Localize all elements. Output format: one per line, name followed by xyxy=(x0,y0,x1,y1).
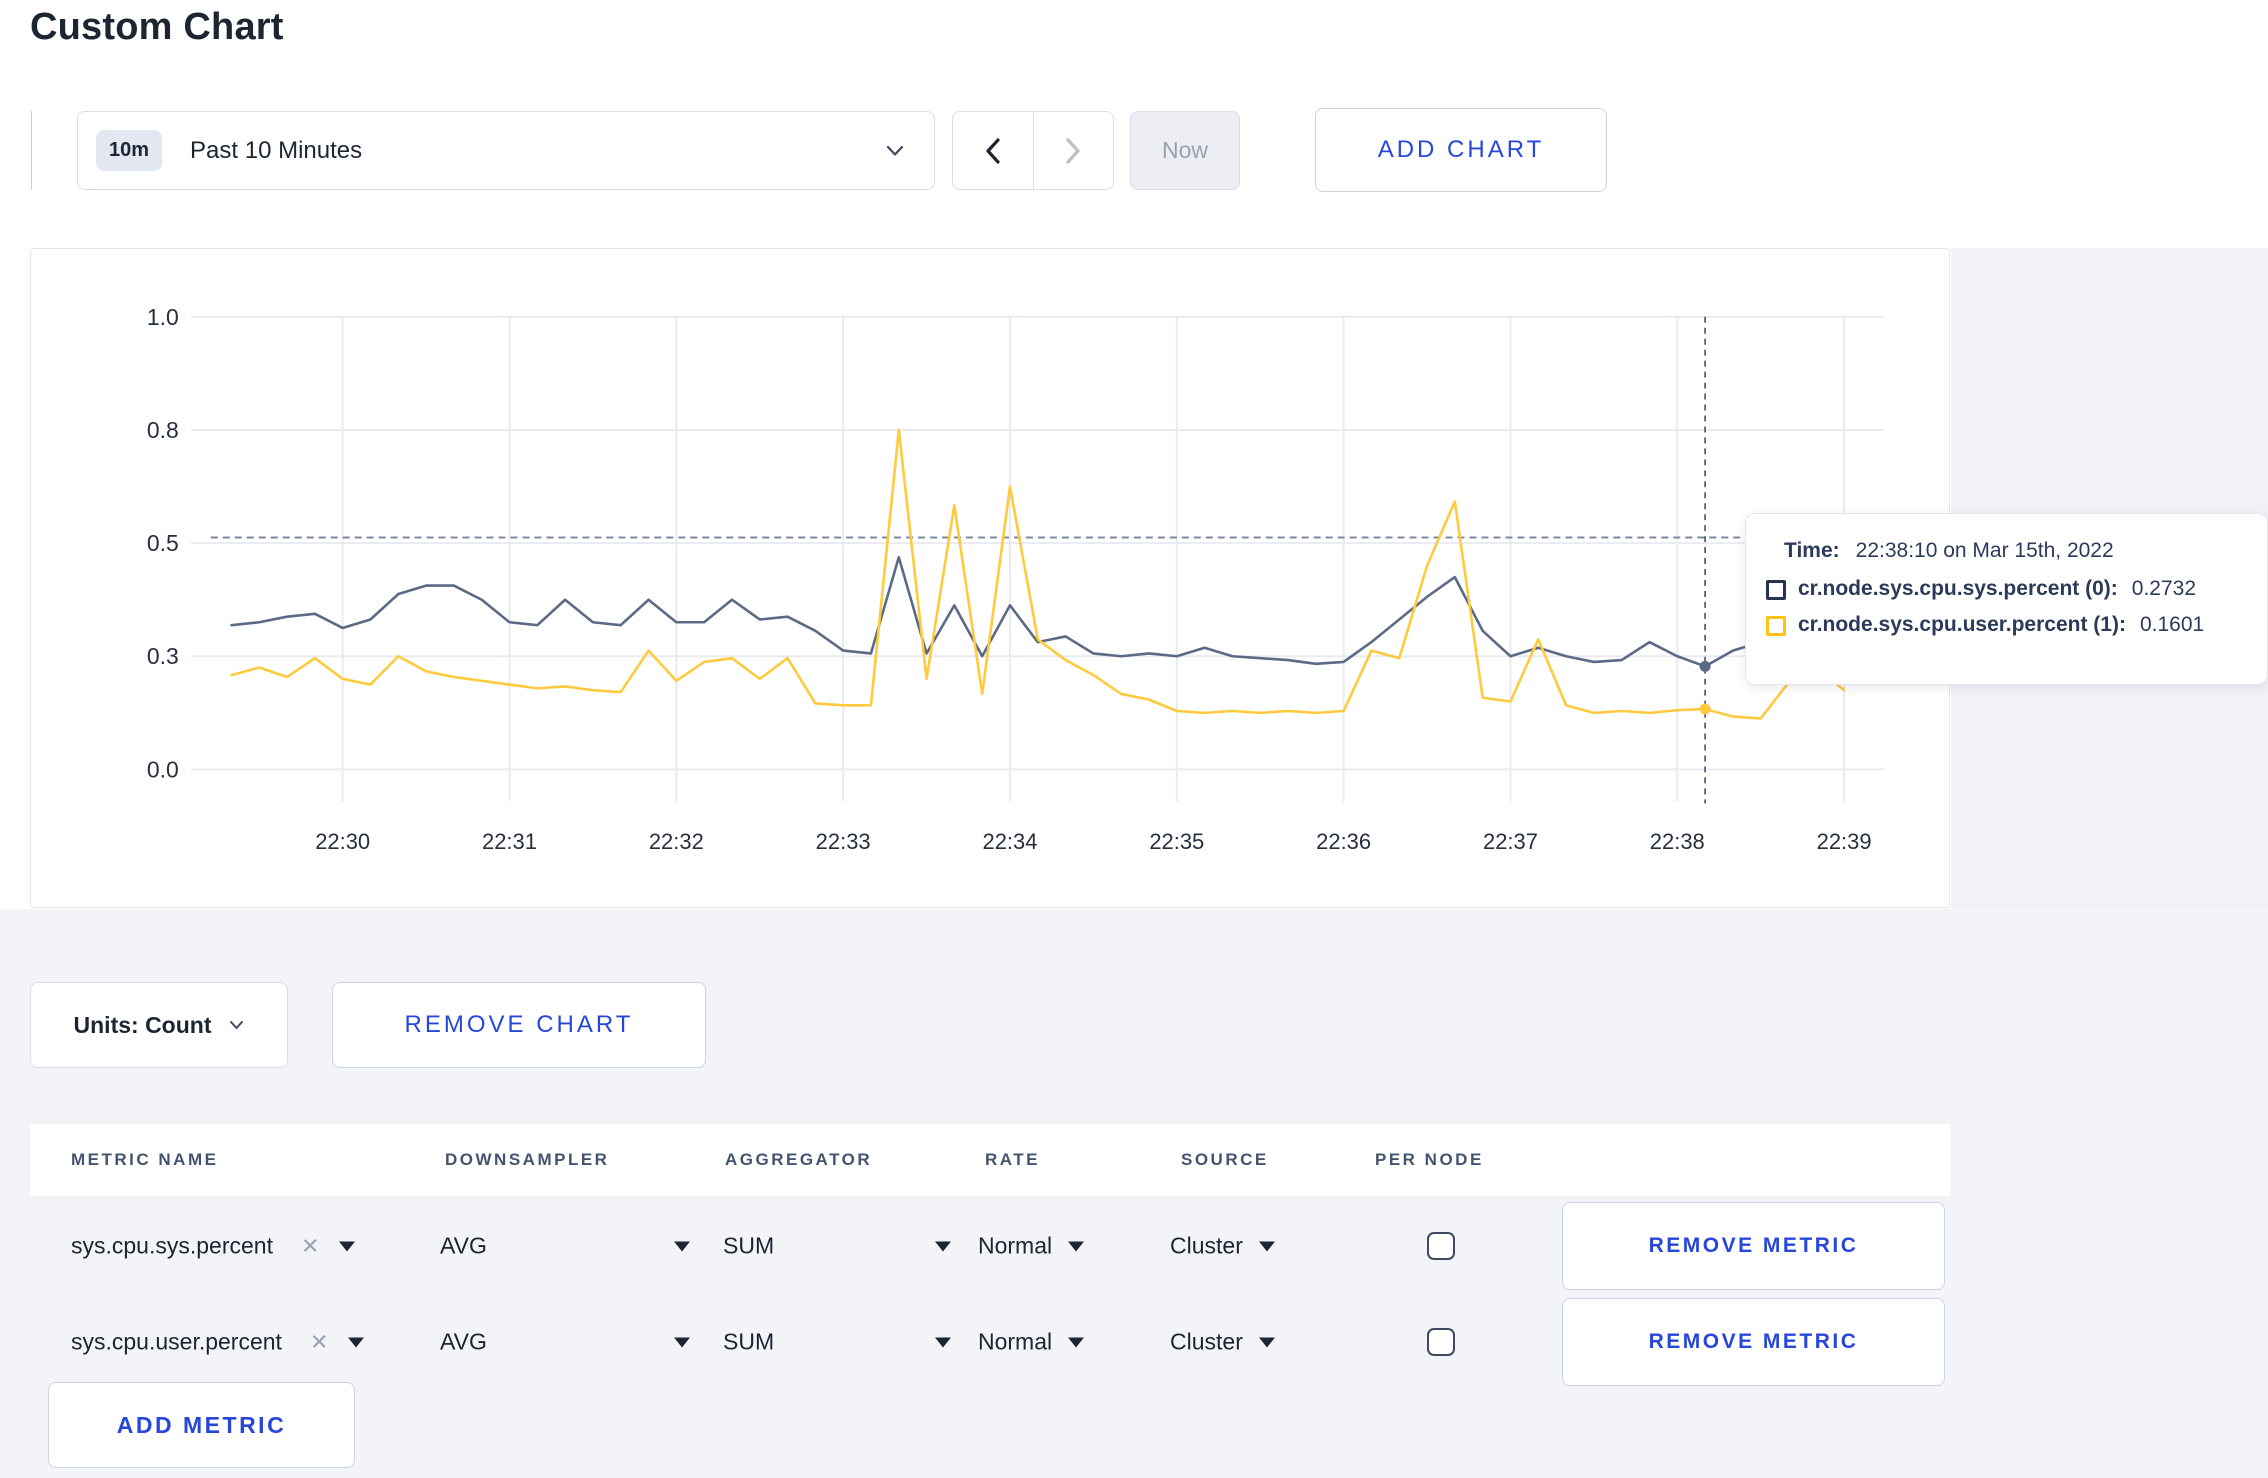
toolbar-divider xyxy=(31,111,32,190)
metric-name-select[interactable]: sys.cpu.user.percent ✕ xyxy=(71,1328,365,1356)
remove-metric-button[interactable]: REMOVE METRIC xyxy=(1562,1298,1945,1386)
caret-down-icon xyxy=(1258,1241,1275,1251)
tooltip-series-row: cr.node.sys.cpu.user.percent (1): 0.1601 xyxy=(1766,613,2249,637)
remove-chart-button[interactable]: REMOVE CHART xyxy=(332,982,706,1068)
chart-tooltip: Time: 22:38:10 on Mar 15th, 2022 cr.node.… xyxy=(1745,513,2268,685)
per-node-checkbox[interactable] xyxy=(1427,1232,1455,1260)
chevron-right-icon xyxy=(1066,137,1080,164)
svg-text:22:30: 22:30 xyxy=(315,829,370,854)
now-button[interactable]: Now xyxy=(1130,111,1240,190)
clear-metric-x-icon[interactable]: ✕ xyxy=(301,1235,319,1257)
metric-table-row: sys.cpu.user.percent ✕ AVG SUM Normal Cl… xyxy=(30,1294,1950,1390)
svg-text:0.0: 0.0 xyxy=(147,756,179,782)
column-header-aggregator: AGGREGATOR xyxy=(725,1150,873,1169)
caret-down-icon xyxy=(1258,1337,1275,1347)
page-title: Custom Chart xyxy=(30,6,284,48)
time-window-badge: 10m xyxy=(96,130,163,171)
add-metric-button[interactable]: ADD METRIC xyxy=(48,1382,355,1468)
source-value: Cluster xyxy=(1170,1232,1243,1259)
source-select[interactable]: Cluster xyxy=(1170,1233,1275,1260)
metric-name-select[interactable]: sys.cpu.sys.percent ✕ xyxy=(71,1232,356,1260)
svg-text:0.5: 0.5 xyxy=(147,530,179,556)
svg-text:0.8: 0.8 xyxy=(147,417,179,443)
caret-down-icon xyxy=(674,1337,690,1347)
source-value: Cluster xyxy=(1170,1328,1243,1355)
custom-chart-svg[interactable]: 0.0 0.3 0.5 0.8 1.0 22:30 22:31 22:32 22:33 22:34… xyxy=(31,249,1949,907)
chevron-left-icon xyxy=(986,137,1000,164)
svg-text:22:35: 22:35 xyxy=(1149,829,1204,854)
time-window-label: Past 10 Minutes xyxy=(190,136,363,164)
caret-down-icon xyxy=(1068,1241,1085,1251)
tooltip-time-row: Time: 22:38:10 on Mar 15th, 2022 xyxy=(1766,539,2249,563)
downsampler-value: AVG xyxy=(440,1328,487,1355)
metrics-table-header: METRIC NAME DOWNSAMPLER AGGREGATOR RATE … xyxy=(30,1124,1950,1196)
svg-text:1.0: 1.0 xyxy=(147,304,179,330)
caret-down-icon xyxy=(674,1241,690,1251)
tooltip-series-value: 0.1601 xyxy=(2139,613,2205,636)
units-label: Units: Count xyxy=(73,1011,212,1038)
caret-down-icon xyxy=(935,1337,951,1347)
tooltip-series-name: cr.node.sys.cpu.sys.percent (0): xyxy=(1798,577,2118,600)
time-prev-button[interactable] xyxy=(953,112,1034,189)
rate-value: Normal xyxy=(978,1232,1053,1259)
aggregator-value: SUM xyxy=(723,1232,775,1259)
metric-name-label: sys.cpu.sys.percent xyxy=(71,1232,273,1259)
time-next-button[interactable] xyxy=(1034,112,1114,189)
chart-card: 0.0 0.3 0.5 0.8 1.0 22:30 22:31 22:32 22:33 22:34… xyxy=(30,248,1950,908)
downsampler-select[interactable]: AVG xyxy=(440,1233,690,1260)
svg-text:22:34: 22:34 xyxy=(982,829,1037,854)
column-header-metric-name: METRIC NAME xyxy=(71,1150,219,1169)
svg-text:22:39: 22:39 xyxy=(1817,829,1872,854)
caret-down-icon xyxy=(348,1337,365,1347)
rate-select[interactable]: Normal xyxy=(978,1232,1085,1260)
caret-down-icon xyxy=(1068,1337,1085,1347)
clear-metric-x-icon[interactable]: ✕ xyxy=(310,1331,328,1353)
remove-metric-button[interactable]: REMOVE METRIC xyxy=(1562,1202,1945,1290)
source-select[interactable]: Cluster xyxy=(1170,1329,1275,1356)
svg-text:22:36: 22:36 xyxy=(1316,829,1371,854)
column-header-downsampler: DOWNSAMPLER xyxy=(445,1150,610,1169)
svg-text:0.3: 0.3 xyxy=(147,643,179,669)
series-user-swatch-icon xyxy=(1766,616,1786,636)
units-select[interactable]: Units: Count xyxy=(30,982,288,1068)
svg-text:22:32: 22:32 xyxy=(649,829,704,854)
aggregator-select[interactable]: SUM xyxy=(723,1329,951,1356)
custom-chart-page: Custom Chart 10m Past 10 Minutes Now ADD… xyxy=(0,0,2268,1478)
caret-down-icon xyxy=(935,1241,951,1251)
chevron-down-icon xyxy=(230,1021,244,1029)
tooltip-series-name: cr.node.sys.cpu.user.percent (1): xyxy=(1798,613,2126,636)
per-node-checkbox[interactable] xyxy=(1427,1328,1455,1356)
column-header-per-node: PER NODE xyxy=(1375,1150,1484,1169)
metric-name-label: sys.cpu.user.percent xyxy=(71,1328,282,1355)
rate-select[interactable]: Normal xyxy=(978,1328,1085,1356)
time-window-select[interactable]: 10m Past 10 Minutes xyxy=(77,111,935,190)
caret-down-icon xyxy=(339,1241,356,1251)
tooltip-series-value: 0.2732 xyxy=(2131,577,2197,600)
downsampler-select[interactable]: AVG xyxy=(440,1329,690,1356)
svg-text:22:37: 22:37 xyxy=(1483,829,1538,854)
column-header-source: SOURCE xyxy=(1181,1150,1269,1169)
rate-value: Normal xyxy=(978,1328,1053,1355)
svg-text:22:33: 22:33 xyxy=(816,829,871,854)
downsampler-value: AVG xyxy=(440,1232,487,1259)
svg-text:22:38: 22:38 xyxy=(1650,829,1705,854)
aggregator-value: SUM xyxy=(723,1328,775,1355)
time-nav-group xyxy=(952,111,1114,190)
tooltip-time-label: Time: xyxy=(1784,539,1840,562)
column-header-rate: RATE xyxy=(985,1150,1041,1169)
tooltip-series-row: cr.node.sys.cpu.sys.percent (0): 0.2732 xyxy=(1766,577,2249,601)
metric-table-row: sys.cpu.sys.percent ✕ AVG SUM Normal Clu… xyxy=(30,1198,1950,1294)
aggregator-select[interactable]: SUM xyxy=(723,1233,951,1260)
tooltip-time-value: 22:38:10 on Mar 15th, 2022 xyxy=(1855,539,2114,562)
series-sys-swatch-icon xyxy=(1766,580,1786,600)
svg-text:22:31: 22:31 xyxy=(482,829,537,854)
chevron-down-icon xyxy=(886,145,904,156)
add-chart-button[interactable]: ADD CHART xyxy=(1315,108,1607,192)
